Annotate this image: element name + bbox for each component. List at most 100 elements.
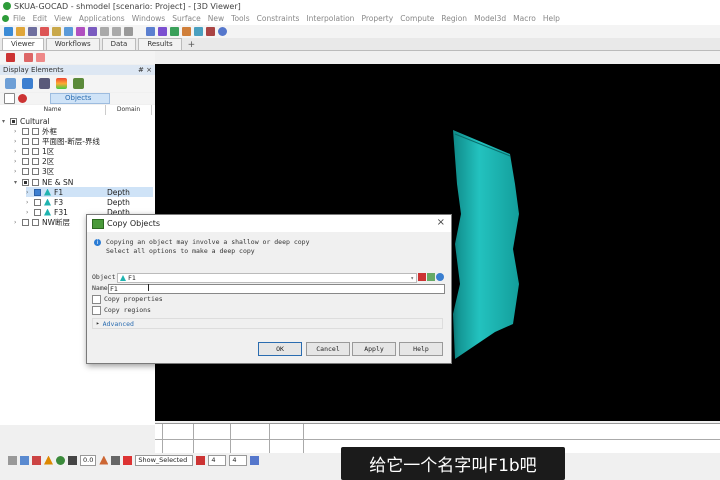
panel-dock-close-icon[interactable]: # × [138, 66, 152, 74]
mode-icon[interactable] [6, 53, 15, 62]
tree-item-f3[interactable]: › F3 Depth [26, 197, 153, 207]
menu-new[interactable]: New [208, 14, 224, 23]
tree-checkbox[interactable] [22, 178, 29, 186]
chart-icon[interactable] [146, 27, 155, 36]
expand-icon[interactable]: › [26, 189, 34, 196]
tab-results[interactable]: Results [138, 38, 182, 50]
expand-icon[interactable]: › [14, 148, 22, 155]
tree-checkbox[interactable] [22, 127, 29, 135]
tree-item-cultural[interactable]: ▾ Cultural [2, 116, 50, 126]
menu-windows[interactable]: Windows [132, 14, 165, 23]
objects-tab[interactable]: Objects [50, 93, 111, 104]
copy-regions-checkbox[interactable] [92, 306, 101, 315]
display-mode-select[interactable]: Show_Selected [135, 454, 194, 466]
expand-icon[interactable]: ▸ [96, 320, 100, 327]
export-icon[interactable] [124, 27, 133, 36]
expand-icon[interactable]: › [14, 219, 22, 226]
copy-icon[interactable] [52, 27, 61, 36]
stats-icon[interactable] [182, 27, 191, 36]
field-a[interactable]: 4 [208, 454, 227, 466]
expand-icon[interactable]: › [14, 158, 22, 165]
tree-item-nw[interactable]: › NW断层 [14, 217, 70, 227]
collapse-icon[interactable]: ▾ [14, 179, 22, 186]
wand-icon[interactable] [88, 27, 97, 36]
add-tab-button[interactable]: + [188, 41, 196, 50]
collapse-icon[interactable]: ▾ [2, 118, 10, 125]
graph-icon[interactable] [206, 27, 215, 36]
select-tool-icon[interactable] [24, 53, 33, 62]
paint-icon[interactable] [196, 455, 206, 465]
tree-checkbox[interactable] [34, 198, 41, 206]
column-domain[interactable]: Domain [106, 105, 152, 115]
help-button[interactable]: Help [399, 342, 443, 356]
tree-checkbox[interactable] [10, 117, 17, 125]
apply-button[interactable]: Apply [352, 342, 396, 356]
menu-file[interactable]: File [13, 14, 26, 23]
curve-icon[interactable] [194, 27, 203, 36]
menu-constraints[interactable]: Constraints [257, 14, 300, 23]
new-icon[interactable] [4, 27, 13, 36]
snapshot-icon[interactable] [8, 455, 17, 465]
redo-icon[interactable] [112, 27, 121, 36]
close-icon[interactable]: × [437, 217, 445, 228]
menu-compute[interactable]: Compute [400, 14, 434, 23]
menu-surface[interactable]: Surface [172, 14, 201, 23]
view-icon[interactable] [436, 273, 444, 281]
colormap-icon[interactable] [56, 78, 67, 89]
pick-icon[interactable] [20, 455, 29, 465]
shape-icon[interactable] [44, 455, 53, 465]
objects-view-icon[interactable] [22, 78, 33, 89]
pick-object-icon[interactable] [418, 273, 426, 281]
tab-workflows[interactable]: Workflows [45, 38, 100, 50]
layers-icon[interactable] [73, 78, 84, 89]
globe-icon[interactable] [56, 455, 65, 465]
menu-applications[interactable]: Applications [79, 14, 125, 23]
expand-icon[interactable]: › [26, 199, 34, 206]
chevron-down-icon[interactable]: ▾ [410, 275, 414, 282]
tree-item-ne-sn[interactable]: ▾ NE & SN [14, 177, 73, 187]
tree-item-zone1[interactable]: › 1区 [14, 146, 54, 156]
tree-item-zone2[interactable]: › 2区 [14, 156, 54, 166]
paste-icon[interactable] [64, 27, 73, 36]
grid-view-icon[interactable] [5, 78, 16, 89]
tree-checkbox[interactable] [22, 218, 29, 226]
name-input[interactable]: F1 [108, 284, 445, 294]
cut-icon[interactable] [40, 27, 49, 36]
tree-checkbox[interactable] [22, 147, 29, 155]
axis-icon[interactable] [111, 455, 121, 465]
tab-data[interactable]: Data [101, 38, 137, 50]
expand-icon[interactable]: › [14, 168, 22, 175]
tab-viewer[interactable]: Viewer [2, 38, 44, 50]
open-icon[interactable] [16, 27, 25, 36]
tree-item-zone3[interactable]: › 3区 [14, 166, 54, 176]
tool-icon[interactable] [76, 27, 85, 36]
expand-icon[interactable]: › [14, 138, 22, 145]
column-name[interactable]: Name [0, 105, 106, 115]
tree-checkbox[interactable] [34, 208, 41, 216]
histogram-icon[interactable] [158, 27, 167, 36]
copy-properties-checkbox[interactable] [92, 295, 101, 304]
tree-item-waikuang[interactable]: › 外框 [14, 126, 57, 136]
camera-icon[interactable] [39, 78, 50, 89]
tree-checkbox[interactable] [22, 167, 29, 175]
field-b[interactable]: 4 [229, 454, 248, 466]
cursor-icon[interactable] [68, 455, 77, 465]
crossplot-icon[interactable] [170, 27, 179, 36]
menu-help[interactable]: Help [543, 14, 560, 23]
undo-icon[interactable] [100, 27, 109, 36]
filter-icon[interactable] [18, 94, 27, 103]
ok-button[interactable]: OK [258, 342, 302, 356]
triangle-icon[interactable] [99, 455, 109, 465]
menu-property[interactable]: Property [361, 14, 393, 23]
expand-icon[interactable]: › [26, 209, 34, 216]
save-icon[interactable] [28, 27, 37, 36]
marker-icon[interactable] [123, 455, 133, 465]
browse-icon[interactable] [427, 273, 435, 281]
menu-edit[interactable]: Edit [33, 14, 48, 23]
menu-model3d[interactable]: Model3d [474, 14, 506, 23]
zoom-field[interactable]: 0.0 [80, 454, 97, 466]
advanced-section[interactable]: ▸ Advanced [92, 318, 443, 329]
new-folder-icon[interactable] [4, 93, 15, 104]
tree-checkbox[interactable] [22, 157, 29, 165]
cancel-button[interactable]: Cancel [306, 342, 350, 356]
